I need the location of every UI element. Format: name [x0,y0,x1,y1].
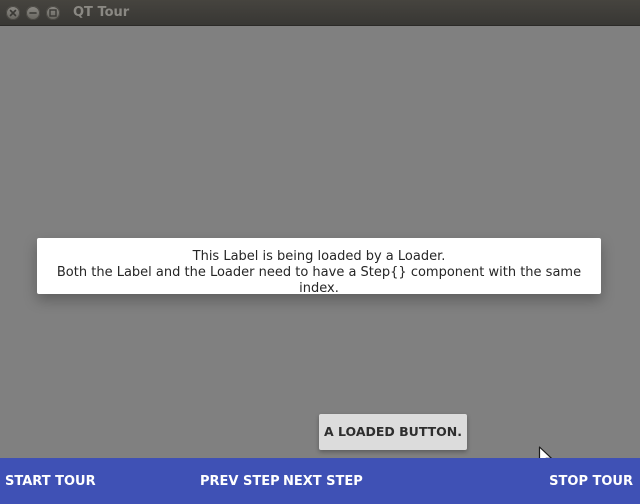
maximize-icon[interactable] [46,6,60,20]
loaded-button[interactable]: A LOADED BUTTON. [319,414,467,450]
tour-footer-bar: START TOUR PREV STEP NEXT STEP STOP TOUR [0,458,640,504]
minimize-icon[interactable] [26,6,40,20]
window-title: QT Tour [73,5,130,20]
start-tour-button[interactable]: START TOUR [5,458,96,504]
close-icon[interactable] [6,6,20,20]
stop-tour-button[interactable]: STOP TOUR [549,458,633,504]
label-line-2: Both the Label and the Loader need to ha… [56,265,582,296]
next-step-button[interactable]: NEXT STEP [283,458,363,504]
title-bar: QT Tour [0,0,640,26]
label-line-1: This Label is being loaded by a Loader. [192,249,446,264]
tour-canvas: This Label is being loaded by a Loader. … [0,26,640,467]
app-window: QT Tour This Label is being loaded by a … [0,0,640,504]
prev-step-button[interactable]: PREV STEP [200,458,280,504]
loaded-label-card: This Label is being loaded by a Loader. … [37,238,601,296]
